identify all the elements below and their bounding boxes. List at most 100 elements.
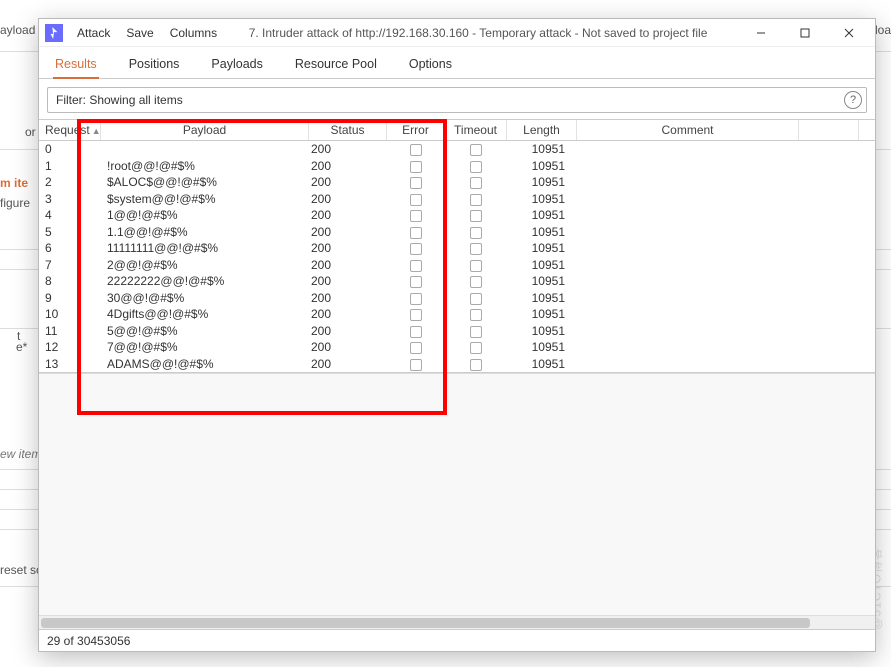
table-row[interactable]: 822222222@@!@#$%20010951 [39,273,875,290]
cell-request: 10 [39,307,101,321]
checkbox-icon[interactable] [470,227,482,239]
cell-payload: ADAMS@@!@#$% [101,357,309,371]
checkbox-icon[interactable] [410,359,422,371]
tab-payloads[interactable]: Payloads [209,53,264,78]
table-row[interactable]: 115@@!@#$%20010951 [39,323,875,340]
checkbox-icon[interactable] [470,309,482,321]
cell-timeout [445,192,507,206]
tab-resource-pool[interactable]: Resource Pool [293,53,379,78]
checkbox-icon[interactable] [410,243,422,255]
cell-timeout [445,159,507,173]
table-row[interactable]: 51.1@@!@#$%20010951 [39,224,875,241]
menu-save[interactable]: Save [126,26,153,40]
col-length[interactable]: Length [507,120,577,140]
table-row[interactable]: 127@@!@#$%20010951 [39,339,875,356]
checkbox-icon[interactable] [410,161,422,173]
maximize-button[interactable] [783,19,827,47]
table-row[interactable]: 1!root@@!@#$%20010951 [39,158,875,175]
checkbox-icon[interactable] [470,276,482,288]
tab-results[interactable]: Results [53,53,99,79]
checkbox-icon[interactable] [470,194,482,206]
table-row[interactable]: 72@@!@#$%20010951 [39,257,875,274]
tab-options[interactable]: Options [407,53,454,78]
cell-status: 200 [309,307,387,321]
cell-status: 200 [309,208,387,222]
cell-status: 200 [309,175,387,189]
checkbox-icon[interactable] [410,309,422,321]
menu-bar: Attack Save Columns [77,26,217,40]
cell-length: 10951 [507,159,577,173]
cell-status: 200 [309,291,387,305]
checkbox-icon[interactable] [470,260,482,272]
h-scroll-thumb[interactable] [41,618,810,628]
checkbox-icon[interactable] [470,359,482,371]
col-timeout[interactable]: Timeout [445,120,507,140]
table-row[interactable]: 930@@!@#$%20010951 [39,290,875,307]
checkbox-icon[interactable] [410,260,422,272]
cell-timeout [445,340,507,354]
bg-text: m ite [0,176,28,190]
table-row[interactable]: 104Dgifts@@!@#$%200 10951 [39,306,875,323]
grid-body[interactable]: 0200109511!root@@!@#$%200109512$ALOC$@@!… [39,141,875,372]
checkbox-icon[interactable] [410,210,422,222]
table-row[interactable]: 3$system@@!@#$%20010951 [39,191,875,208]
menu-columns[interactable]: Columns [170,26,217,40]
help-icon[interactable]: ? [844,91,862,109]
cell-request: 1 [39,159,101,173]
checkbox-icon[interactable] [470,144,482,156]
col-error[interactable]: Error [387,120,445,140]
menu-attack[interactable]: Attack [77,26,110,40]
cell-length: 10951 [507,258,577,272]
checkbox-icon[interactable] [410,293,422,305]
cell-error [387,291,445,305]
checkbox-icon[interactable] [410,194,422,206]
checkbox-icon[interactable] [410,326,422,338]
filter-bar[interactable]: Filter: Showing all items ? [47,87,867,113]
h-scrollbar[interactable] [39,615,875,629]
cell-request: 13 [39,357,101,371]
table-row[interactable]: 41@@!@#$%20010951 [39,207,875,224]
checkbox-icon[interactable] [470,177,482,189]
cell-timeout [445,258,507,272]
cell-status: 200 [309,241,387,255]
cell-error [387,258,445,272]
checkbox-icon[interactable] [470,243,482,255]
cell-error [387,324,445,338]
cell-error [387,274,445,288]
cell-status: 200 [309,192,387,206]
table-row[interactable]: 020010951 [39,141,875,158]
cell-status: 200 [309,225,387,239]
col-request[interactable]: Request▲ [39,120,101,140]
close-button[interactable] [827,19,871,47]
cell-payload: 4Dgifts@@!@#$% [101,307,309,321]
col-comment[interactable]: Comment [577,120,799,140]
cell-timeout [445,357,507,371]
cell-payload: 1@@!@#$% [101,208,309,222]
table-row[interactable]: 2$ALOC$@@!@#$%20010951 [39,174,875,191]
cell-request: 2 [39,175,101,189]
sort-asc-icon: ▲ [92,126,101,136]
cell-length: 10951 [507,340,577,354]
cell-request: 9 [39,291,101,305]
checkbox-icon[interactable] [470,326,482,338]
checkbox-icon[interactable] [470,293,482,305]
bg-text: reset so [0,563,43,577]
cell-status: 200 [309,340,387,354]
checkbox-icon[interactable] [470,210,482,222]
checkbox-icon[interactable] [410,227,422,239]
col-payload[interactable]: Payload [101,120,309,140]
checkbox-icon[interactable] [410,144,422,156]
checkbox-icon[interactable] [470,161,482,173]
checkbox-icon[interactable] [410,342,422,354]
checkbox-icon[interactable] [410,177,422,189]
minimize-button[interactable] [739,19,783,47]
cell-status: 200 [309,324,387,338]
table-row[interactable]: 13ADAMS@@!@#$%20010951 [39,356,875,373]
col-status[interactable]: Status [309,120,387,140]
table-row[interactable]: 611111111@@!@#$%20010951 [39,240,875,257]
checkbox-icon[interactable] [410,276,422,288]
tab-positions[interactable]: Positions [127,53,182,78]
cell-timeout [445,142,507,156]
checkbox-icon[interactable] [470,342,482,354]
cell-length: 10951 [507,307,577,321]
